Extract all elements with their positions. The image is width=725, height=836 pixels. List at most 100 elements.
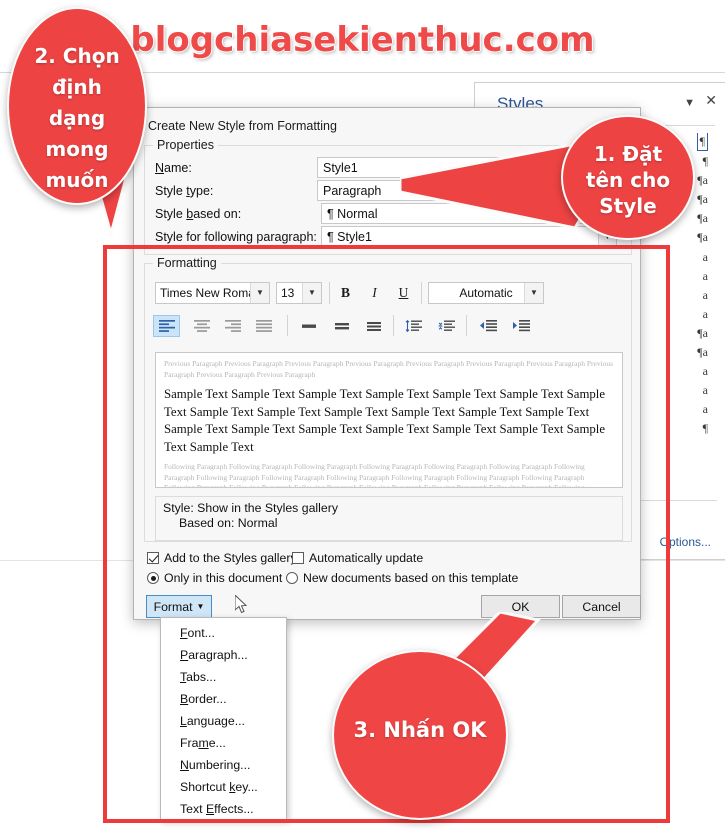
style-following-value: ¶ Style1	[327, 230, 372, 244]
line-spacing-15-button[interactable]	[328, 315, 355, 337]
font-family-select[interactable]: Times New Roman ▼	[155, 282, 270, 304]
style-mark-icon: ¶a	[697, 192, 708, 207]
preview-previous-paragraph: Previous Paragraph Previous Paragraph Pr…	[164, 359, 614, 379]
font-color-select[interactable]: Automatic ▼	[428, 282, 544, 304]
divider	[287, 315, 288, 336]
style-following-label: Style for following paragraph:	[155, 230, 317, 244]
font-size-value: 13	[281, 286, 295, 300]
style-mark-icon: ¶	[702, 421, 708, 436]
callout-2-text: 2. Chọn định dạng mong muốn	[34, 44, 120, 192]
style-description: Style: Show in the Styles gallery Based …	[155, 496, 623, 541]
automatically-update-label: Automatically update	[309, 551, 424, 565]
style-mark-icon: ¶a	[697, 230, 708, 245]
callout-1-text: 1. Đặt tên cho Style	[585, 142, 671, 218]
menu-item-font[interactable]: Font...	[161, 622, 286, 644]
chevron-down-icon[interactable]: ▼	[250, 283, 269, 303]
styles-options-link[interactable]: Options...	[660, 535, 711, 549]
automatically-update-checkbox[interactable]: Automatically update	[292, 551, 423, 565]
align-left-icon	[158, 320, 175, 332]
menu-item-frame[interactable]: Frame...	[161, 732, 286, 754]
callout-1: 1. Đặt tên cho Style	[561, 115, 695, 240]
mouse-cursor-icon	[235, 595, 248, 614]
increase-paragraph-spacing-button[interactable]	[400, 315, 427, 337]
divider	[393, 315, 394, 336]
checkbox-icon[interactable]	[292, 552, 304, 564]
cancel-button[interactable]: Cancel	[562, 595, 641, 618]
preview-following-paragraph: Following Paragraph Following Paragraph …	[164, 462, 585, 488]
align-center-icon	[193, 320, 210, 332]
menu-item-border[interactable]: Border...	[161, 688, 286, 710]
line-spacing-1-5-icon	[334, 323, 349, 330]
menu-item-numbering[interactable]: Numbering...	[161, 754, 286, 776]
style-mark-icon: a	[702, 383, 708, 398]
font-size-select[interactable]: 13 ▼	[276, 282, 322, 304]
decrease-indent-button[interactable]	[474, 315, 501, 337]
divider	[329, 282, 330, 304]
style-mark-icon: ¶a	[697, 211, 708, 226]
dialog-title: Create New Style from Formatting	[148, 119, 337, 133]
bold-button[interactable]: B	[333, 282, 358, 304]
line-spacing-single-button[interactable]	[295, 315, 322, 337]
chevron-down-icon[interactable]: ▼	[524, 283, 543, 303]
only-in-this-document-radio[interactable]: Only in this document	[147, 571, 282, 585]
style-mark-icon: a	[702, 287, 708, 302]
only-in-this-document-label: Only in this document	[164, 571, 283, 585]
chevron-down-icon[interactable]: ▼	[302, 283, 321, 303]
new-documents-radio[interactable]: New documents based on this template	[286, 571, 518, 585]
format-button[interactable]: Format ▼	[146, 595, 212, 618]
decrease-indent-icon	[479, 320, 497, 332]
style-mark-icon: ¶a	[697, 345, 708, 360]
increase-paragraph-spacing-icon	[405, 319, 422, 332]
radio-icon[interactable]	[286, 572, 298, 584]
format-button-label: Format	[153, 599, 193, 614]
checkbox-icon[interactable]	[147, 552, 159, 564]
align-justify-icon	[255, 320, 272, 332]
align-right-button[interactable]	[219, 315, 246, 337]
increase-indent-icon	[512, 320, 530, 332]
underline-button[interactable]: U	[391, 282, 416, 304]
menu-item-text-effects[interactable]: Text Effects...	[161, 798, 286, 820]
properties-legend: Properties	[153, 138, 218, 152]
font-family-value: Times New Roman	[160, 286, 262, 300]
style-mark-icon: a	[702, 402, 708, 417]
caret-down-icon: ▼	[196, 602, 205, 611]
align-justify-button[interactable]	[250, 315, 277, 337]
chevron-down-icon[interactable]: ▼	[684, 97, 695, 109]
style-mark-icon: ¶a	[697, 173, 708, 188]
menu-item-shortcut-key[interactable]: Shortcut key...	[161, 776, 286, 798]
decrease-paragraph-spacing-button[interactable]	[433, 315, 460, 337]
format-dropdown-menu[interactable]: Font... Paragraph... Tabs... Border... L…	[160, 617, 287, 821]
style-mark-icon: ¶	[696, 133, 708, 151]
close-icon[interactable]: ✕	[705, 92, 717, 109]
style-mark-icon: a	[702, 249, 708, 264]
line-spacing-single-icon	[301, 324, 316, 328]
decrease-paragraph-spacing-icon	[438, 320, 455, 331]
screenshot-root: Styles ▼ ✕ ¶ ¶ ¶a ¶a ¶a ¶a a a a a ¶a ¶a…	[0, 0, 725, 836]
add-to-gallery-label: Add to the Styles gallery	[164, 551, 297, 565]
style-type-label: Style type:	[155, 184, 214, 198]
style-mark-icon: ¶	[702, 154, 708, 169]
callout-3: 3. Nhấn OK	[332, 650, 508, 820]
divider	[466, 315, 467, 336]
italic-button[interactable]: I	[362, 282, 387, 304]
line-spacing-double-button[interactable]	[360, 315, 387, 337]
align-left-button[interactable]	[153, 315, 180, 337]
add-to-gallery-checkbox[interactable]: Add to the Styles gallery	[147, 551, 297, 565]
align-right-icon	[224, 320, 241, 332]
formatting-group: Formatting Times New Roman ▼ 13 ▼ B I U …	[144, 256, 632, 542]
align-center-button[interactable]	[188, 315, 215, 337]
new-documents-label: New documents based on this template	[303, 571, 519, 585]
style-mark-icon: a	[702, 306, 708, 321]
name-label: Name:	[155, 161, 192, 175]
menu-item-tabs[interactable]: Tabs...	[161, 666, 286, 688]
increase-indent-button[interactable]	[507, 315, 534, 337]
divider	[421, 282, 422, 304]
menu-item-language[interactable]: Language...	[161, 710, 286, 732]
font-color-value: Automatic	[459, 286, 513, 300]
menu-item-paragraph[interactable]: Paragraph...	[161, 644, 286, 666]
style-preview: Previous Paragraph Previous Paragraph Pr…	[155, 352, 623, 488]
style-based-on-label: Style based on:	[155, 207, 242, 221]
radio-icon[interactable]	[147, 572, 159, 584]
line-spacing-double-icon	[366, 322, 381, 331]
description-line-1: Style: Show in the Styles gallery	[163, 501, 338, 515]
